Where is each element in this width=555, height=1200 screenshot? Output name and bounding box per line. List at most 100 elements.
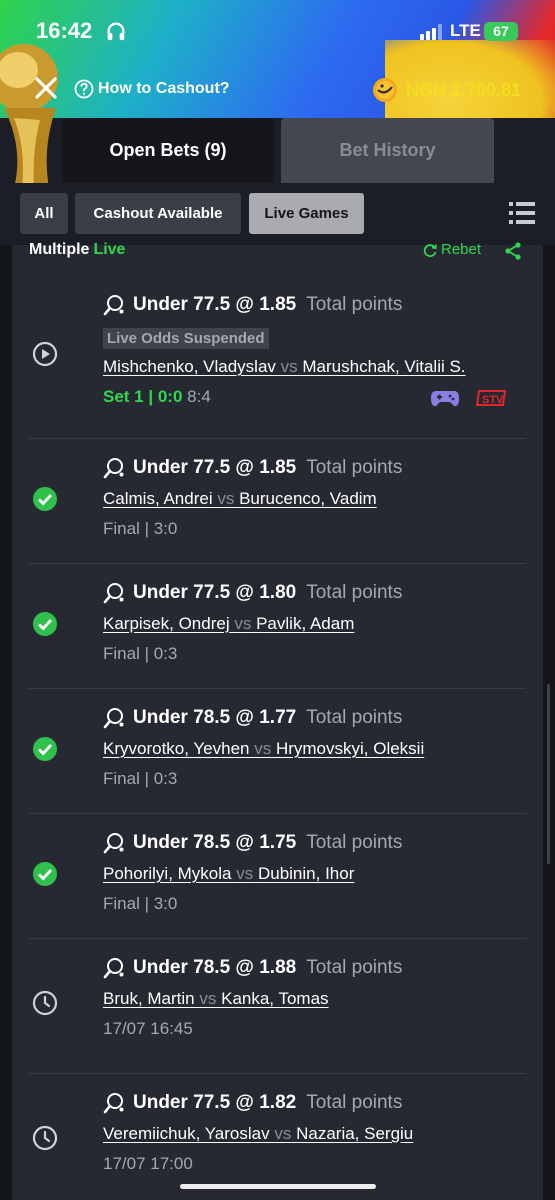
bet-leg[interactable]: Under 77.5 @ 1.82 Total points Veremiich… xyxy=(29,1074,526,1200)
tab-bet-history[interactable]: Bet History xyxy=(281,118,494,183)
match-status: Final | 3:0 xyxy=(103,894,178,913)
away-team: Hrymovskyi, Oleksii xyxy=(275,739,425,758)
headphones-icon xyxy=(107,22,125,41)
battery-indicator: 67 xyxy=(484,22,518,41)
leg-details: Under 78.5 @ 1.77 Total points Kryvorotk… xyxy=(103,705,533,789)
balance-amount: NGN 1,700.81 xyxy=(405,79,521,100)
home-team: Mishchenko, Vladyslav xyxy=(103,357,276,376)
bet-leg[interactable]: Under 78.5 @ 1.77 Total points Kryvorotk… xyxy=(29,689,526,814)
vs-separator: vs xyxy=(274,1124,292,1143)
odds-suspended-badge: Live Odds Suspended xyxy=(103,328,269,349)
home-team: Bruk, Martin xyxy=(103,989,195,1008)
live-stream-icon[interactable]: STV xyxy=(476,387,508,409)
market-name: Total points xyxy=(306,832,403,853)
home-team: Kryvorotko, Yevhen xyxy=(103,739,250,758)
selection-line: Under 78.5 @ 1.77 Total points xyxy=(103,705,533,731)
tab-open-bets[interactable]: Open Bets (9) xyxy=(62,118,274,183)
bet-leg[interactable]: Under 78.5 @ 1.75 Total points Pohorilyi… xyxy=(29,814,526,939)
table-tennis-icon xyxy=(103,458,124,479)
filter-all-button[interactable]: All xyxy=(20,193,68,234)
away-team: Burucenco, Vadim xyxy=(239,489,377,508)
clock-icon xyxy=(32,1125,58,1151)
bet-type-text: Multiple xyxy=(29,241,90,258)
match-teams[interactable]: Karpisek, Ondrej vs Pavlik, Adam xyxy=(103,614,533,634)
rebet-label: Rebet xyxy=(441,241,482,258)
selection-odds: Under 77.5 @ 1.80 xyxy=(133,582,297,603)
table-tennis-icon xyxy=(103,958,124,979)
match-teams[interactable]: Pohorilyi, Mykola vs Dubinin, Ihor xyxy=(103,864,533,884)
coin-icon xyxy=(372,78,397,102)
match-status: Final | 0:3 xyxy=(103,769,178,788)
filter-bar: All Cashout Available Live Games xyxy=(0,183,555,245)
selection-odds: Under 78.5 @ 1.88 xyxy=(133,957,297,978)
match-start-time: 17/07 17:00 xyxy=(103,1154,193,1173)
list-menu-icon[interactable] xyxy=(509,200,535,226)
match-teams[interactable]: Mishchenko, Vladyslav vs Marushchak, Vit… xyxy=(103,357,533,377)
live-badge: Live xyxy=(93,241,126,258)
away-team: Kanka, Tomas xyxy=(221,989,329,1008)
vs-separator: vs xyxy=(234,614,252,633)
bet-card-header: Multiple Live Rebet xyxy=(29,241,529,273)
scrollbar[interactable] xyxy=(547,684,550,864)
selection-line: Under 78.5 @ 1.75 Total points xyxy=(103,830,533,856)
leg-details: Under 77.5 @ 1.85 Total points Calmis, A… xyxy=(103,455,533,539)
account-balance[interactable]: NGN 1,700.81 xyxy=(372,77,521,103)
away-team: Pavlik, Adam xyxy=(256,614,355,633)
question-icon xyxy=(74,79,94,99)
vs-separator: vs xyxy=(217,489,235,508)
market-name: Total points xyxy=(306,707,403,728)
game-tracker-icon[interactable] xyxy=(430,387,460,409)
vs-separator: vs xyxy=(280,357,298,376)
bet-leg[interactable]: Under 77.5 @ 1.85 Total points Calmis, A… xyxy=(29,439,526,564)
home-team: Pohorilyi, Mykola xyxy=(103,864,232,883)
table-tennis-icon xyxy=(103,583,124,604)
bet-leg[interactable]: Under 77.5 @ 1.85 Total points Live Odds… xyxy=(29,274,526,439)
home-team: Veremiichuk, Yaroslav xyxy=(103,1124,270,1143)
match-teams[interactable]: Bruk, Martin vs Kanka, Tomas xyxy=(103,989,533,1009)
match-teams[interactable]: Veremiichuk, Yaroslav vs Nazaria, Sergiu xyxy=(103,1124,533,1144)
match-teams[interactable]: Kryvorotko, Yevhen vs Hrymovskyi, Oleksi… xyxy=(103,739,533,759)
selection-line: Under 77.5 @ 1.82 Total points xyxy=(103,1090,533,1116)
clock-time: 16:42 xyxy=(36,18,93,43)
table-tennis-icon xyxy=(103,833,124,854)
vs-separator: vs xyxy=(199,989,217,1008)
table-tennis-icon xyxy=(103,1093,124,1114)
set-label: Set 1 | xyxy=(103,387,158,406)
share-icon[interactable] xyxy=(503,241,523,261)
how-to-cashout-link[interactable]: How to Cashout? xyxy=(74,79,230,99)
home-team: Calmis, Andrei xyxy=(103,489,213,508)
bet-leg[interactable]: Under 77.5 @ 1.80 Total points Karpisek,… xyxy=(29,564,526,689)
set-score: 0:0 xyxy=(157,387,183,406)
away-team: Nazaria, Sergiu xyxy=(296,1124,414,1143)
leg-details: Under 78.5 @ 1.88 Total points Bruk, Mar… xyxy=(103,955,533,1039)
rebet-button[interactable]: Rebet xyxy=(422,241,481,258)
refresh-icon xyxy=(423,243,437,257)
match-start-time: 17/07 16:45 xyxy=(103,1019,193,1038)
bet-type-label: Multiple Live xyxy=(29,241,125,259)
selection-odds: Under 78.5 @ 1.77 xyxy=(133,707,297,728)
selection-line: Under 77.5 @ 1.80 Total points xyxy=(103,580,533,606)
filter-cashout-available-button[interactable]: Cashout Available xyxy=(75,193,241,234)
selection-line: Under 77.5 @ 1.85 Total points xyxy=(103,292,533,318)
bet-leg[interactable]: Under 78.5 @ 1.88 Total points Bruk, Mar… xyxy=(29,939,526,1074)
selection-odds: Under 77.5 @ 1.85 xyxy=(133,294,297,315)
away-team: Marushchak, Vitalii S. xyxy=(302,357,466,376)
vs-separator: vs xyxy=(254,739,272,758)
market-name: Total points xyxy=(306,457,403,478)
selection-line: Under 78.5 @ 1.88 Total points xyxy=(103,955,533,981)
leg-details: Under 78.5 @ 1.75 Total points Pohorilyi… xyxy=(103,830,533,914)
home-team: Karpisek, Ondrej xyxy=(103,614,230,633)
filter-live-games-button[interactable]: Live Games xyxy=(249,193,364,234)
match-status: Final | 0:3 xyxy=(103,644,178,663)
market-name: Total points xyxy=(306,294,403,315)
selection-odds: Under 78.5 @ 1.75 xyxy=(133,832,297,853)
market-name: Total points xyxy=(306,1092,403,1113)
leg-details: Under 77.5 @ 1.85 Total points Live Odds… xyxy=(103,292,533,407)
away-team: Dubinin, Ihor xyxy=(257,864,355,883)
market-name: Total points xyxy=(306,957,403,978)
network-label: LTE xyxy=(450,21,481,40)
home-indicator[interactable] xyxy=(180,1184,376,1189)
match-teams[interactable]: Calmis, Andrei vs Burucenco, Vadim xyxy=(103,489,533,509)
clock-icon xyxy=(32,990,58,1016)
close-icon[interactable] xyxy=(32,74,60,102)
